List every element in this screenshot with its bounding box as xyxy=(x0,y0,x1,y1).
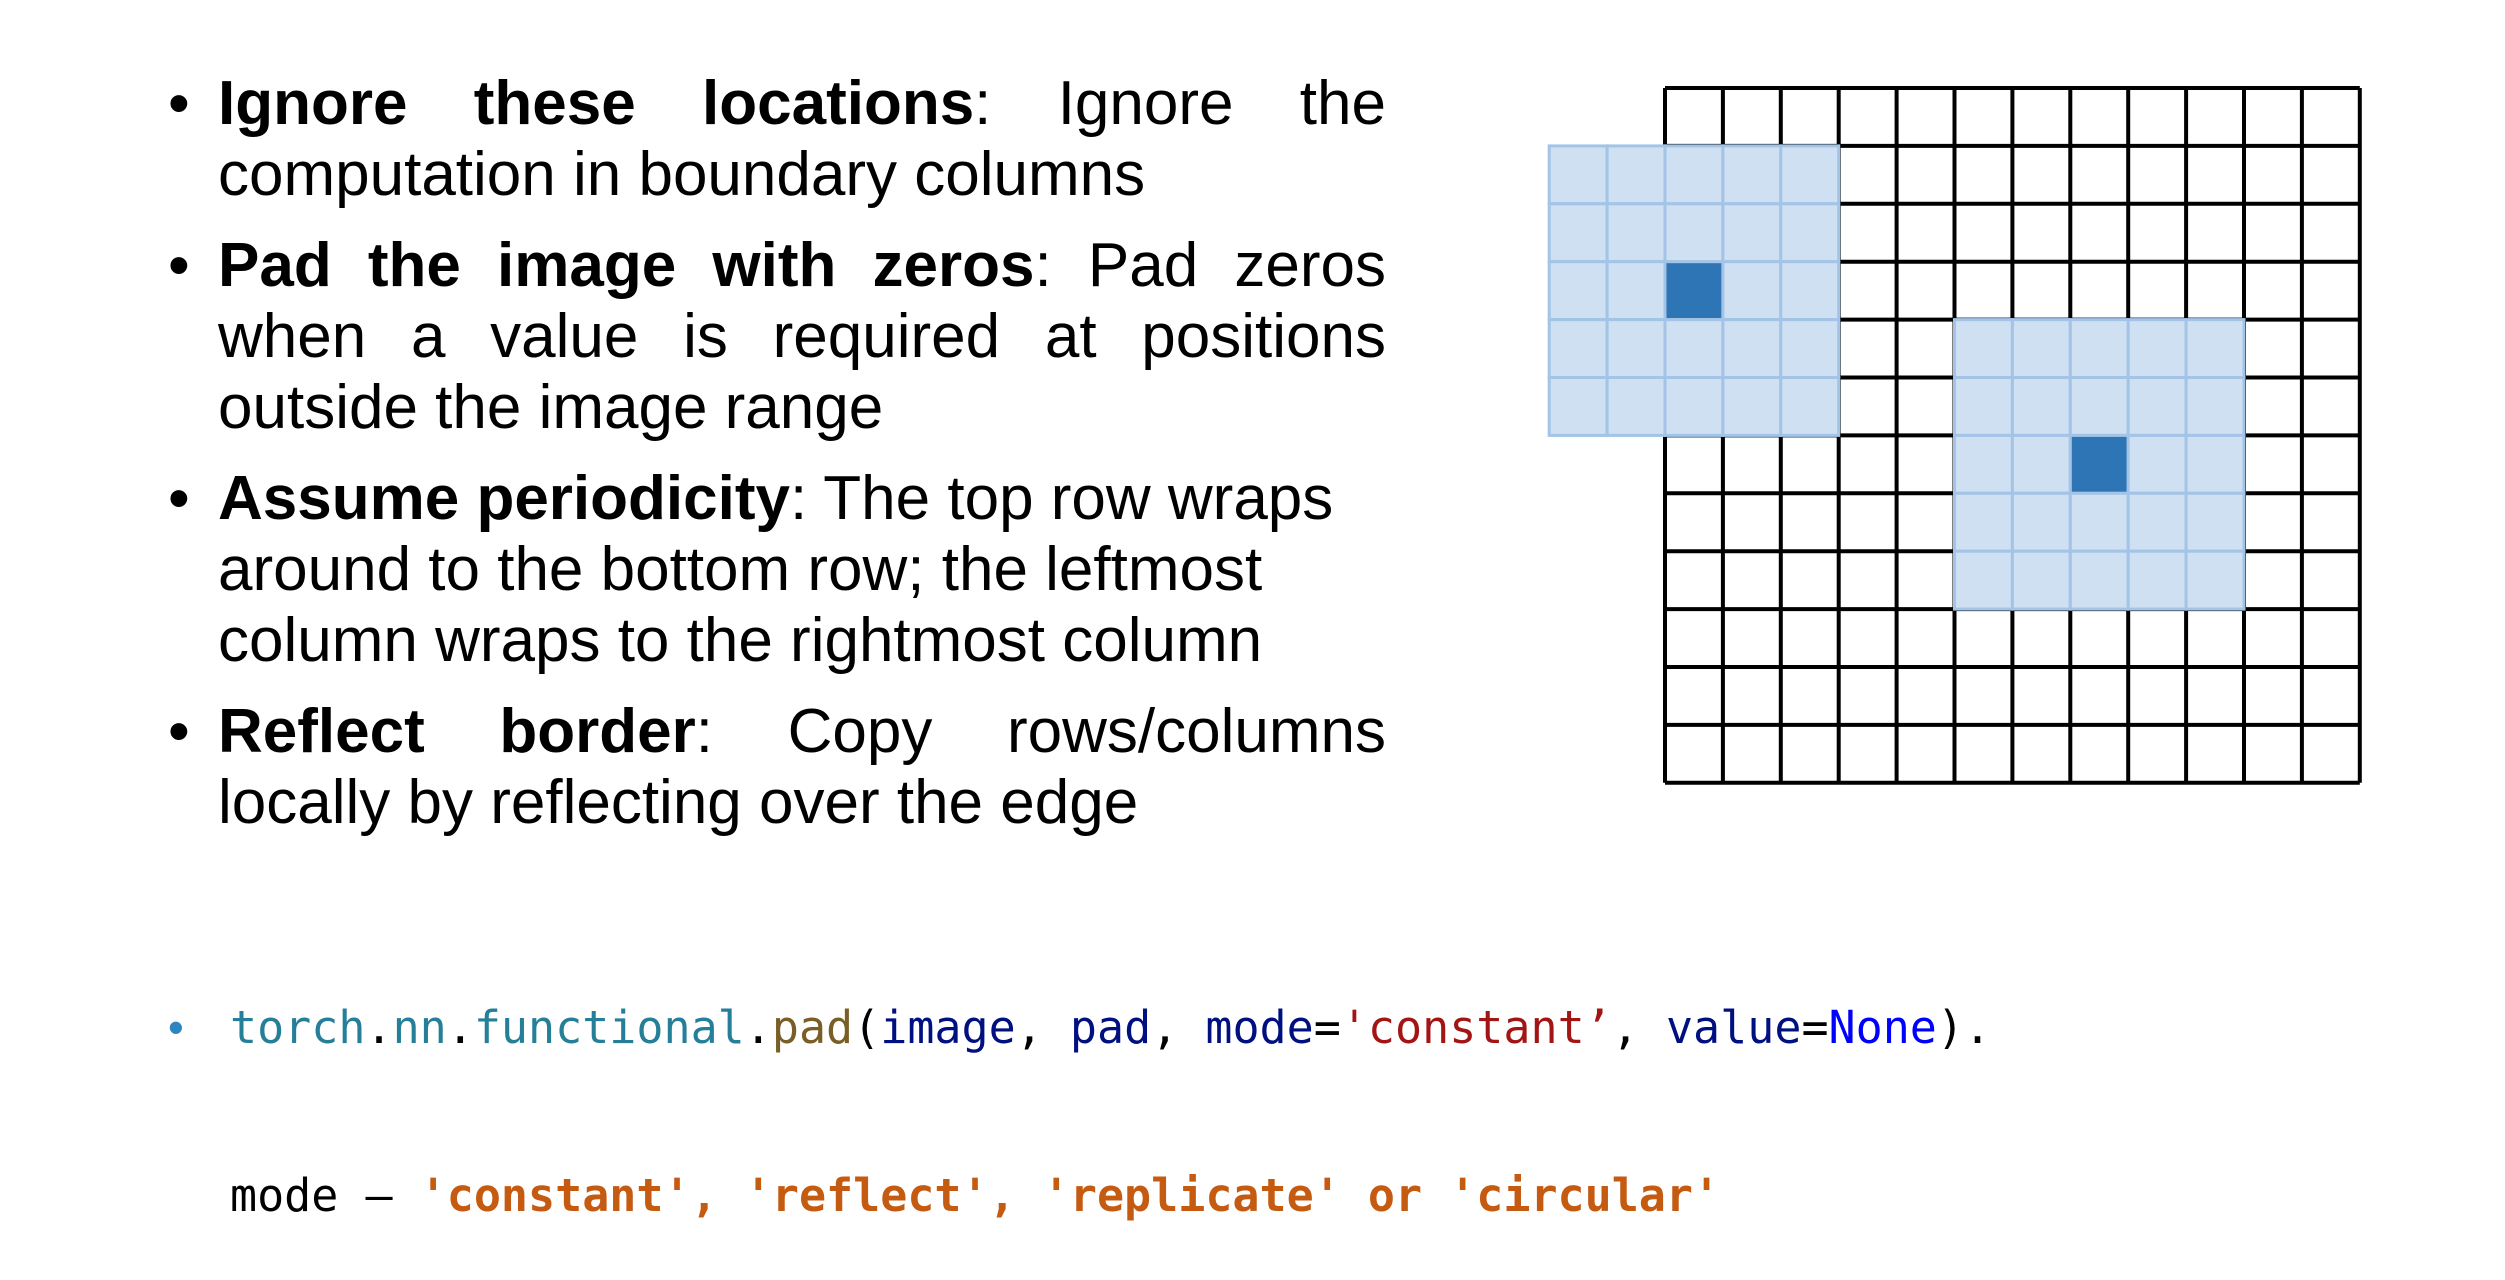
window-1-cell xyxy=(1779,144,1841,206)
window-2-cell xyxy=(2184,318,2246,380)
window-1-cell xyxy=(1721,202,1783,264)
window-1-center-cell xyxy=(1663,260,1725,322)
window-1-cell xyxy=(1605,376,1667,437)
window-2-cell xyxy=(1953,376,2014,437)
window-1-cell xyxy=(1605,202,1667,264)
window-2-cell xyxy=(2126,549,2188,611)
window-2-cell xyxy=(2068,491,2130,553)
window-1-cell xyxy=(1605,260,1667,322)
window-1-cell xyxy=(1663,202,1725,264)
window-2-cell xyxy=(2010,376,2072,437)
window-2-cell xyxy=(2010,433,2072,495)
window-1-cell xyxy=(1721,144,1783,206)
window-1-cell xyxy=(1547,318,1609,380)
window-2-cell xyxy=(2184,549,2246,611)
code-mode-options: 'constant', 'reflect', 'replicate' or 'c… xyxy=(419,1169,1721,1222)
code-line-modes: mode – 'constant', 'reflect', 'replicate… xyxy=(168,1168,1991,1224)
window-1-cell xyxy=(1547,144,1609,206)
window-2-cell xyxy=(1953,433,2014,495)
window-1-cell xyxy=(1547,260,1609,322)
window-2-cell xyxy=(2068,318,2130,380)
window-1-cell xyxy=(1721,318,1783,380)
window-2-center-cell xyxy=(2068,433,2130,495)
window-1-cell xyxy=(1605,144,1667,206)
window-1-cell xyxy=(1605,318,1667,380)
window-2-cell xyxy=(2010,491,2072,553)
window-1-cell xyxy=(1779,318,1841,380)
window-1-cell xyxy=(1721,376,1783,437)
window-1-cell xyxy=(1779,202,1841,264)
window-2-cell xyxy=(2010,549,2072,611)
window-2-cell xyxy=(2126,491,2188,553)
pixel-grid-diagram xyxy=(1547,86,2362,785)
code-mode-prefix: mode – xyxy=(230,1169,420,1222)
window-1-cell xyxy=(1663,376,1725,437)
window-1-cell xyxy=(1547,202,1609,264)
window-1-cell xyxy=(1779,260,1841,322)
window-2-cell xyxy=(2068,549,2130,611)
window-2-cell xyxy=(1953,549,2014,611)
window-1-cell xyxy=(1779,376,1841,437)
window-2-cell xyxy=(1953,318,2014,380)
window-1-cell xyxy=(1547,376,1609,437)
window-2-cell xyxy=(2126,318,2188,380)
window-2-cell xyxy=(2126,433,2188,495)
window-2-cell xyxy=(1953,491,2014,553)
window-2-cell xyxy=(2126,376,2188,437)
window-1-cell xyxy=(1721,260,1783,322)
window-2-cell xyxy=(2184,376,2246,437)
window-2-cell xyxy=(2184,491,2246,553)
window-2-cell xyxy=(2010,318,2072,380)
window-2-cell xyxy=(2184,433,2246,495)
window-1-cell xyxy=(1663,144,1725,206)
window-1-cell xyxy=(1663,318,1725,380)
window-2-cell xyxy=(2068,376,2130,437)
